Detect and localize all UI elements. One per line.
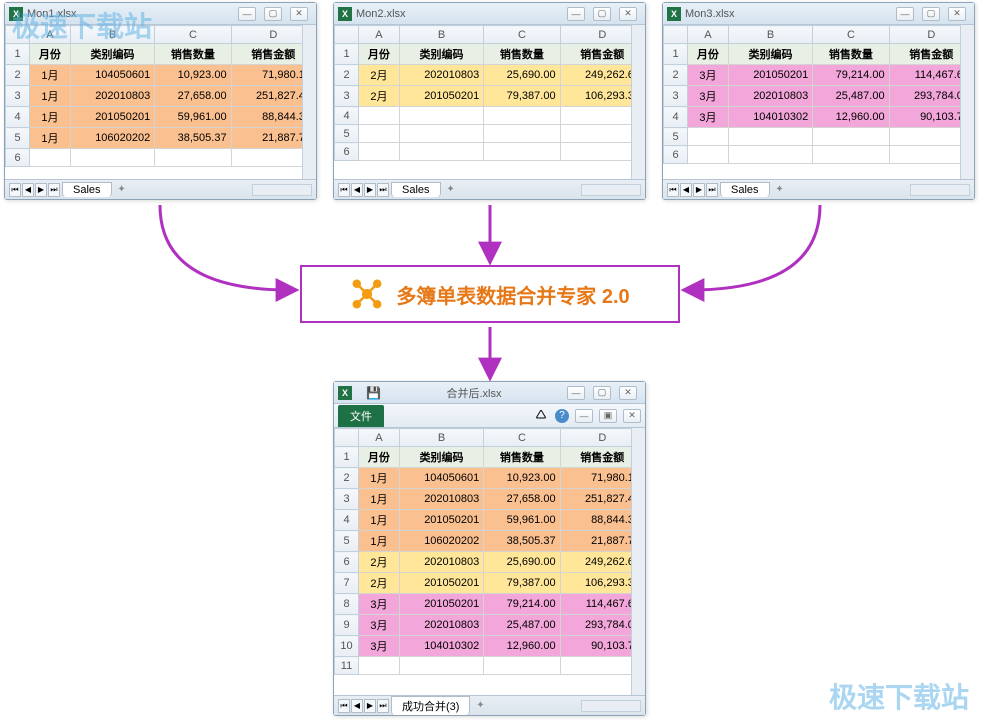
nav-first-icon[interactable]: ⏮ [338, 183, 350, 197]
vertical-scrollbar[interactable] [960, 25, 974, 179]
nav-last-icon[interactable]: ⏭ [377, 183, 389, 197]
excel-icon: X [338, 7, 352, 21]
table-row[interactable]: 93月20201080325,487.00293,784.08 [335, 615, 645, 636]
sheet-tab[interactable]: 成功合并(3) [391, 696, 470, 715]
nav-next-icon[interactable]: ▶ [35, 183, 47, 197]
horizontal-scrollbar[interactable] [252, 184, 312, 196]
merge-tool-title: 多簿单表数据合并专家 2.0 [396, 280, 629, 309]
nav-next-icon[interactable]: ▶ [364, 699, 376, 713]
add-sheet-icon[interactable]: ✦ [472, 699, 488, 713]
nav-first-icon[interactable]: ⏮ [667, 183, 679, 197]
titlebar[interactable]: X Mon1.xlsx ― ▢ ✕ [5, 3, 316, 25]
excel-window-merged: X 💾 合并后.xlsx ― ▢ ✕ 文件 🛆 ? ― ▣ ✕ ABCD1月份类… [333, 381, 646, 716]
ribbon: 文件 🛆 ? ― ▣ ✕ [334, 404, 645, 428]
table-row[interactable]: 23月20105020179,214.00114,467.69 [664, 65, 974, 86]
table-row[interactable]: 31月20201080327,658.00251,827.46 [6, 86, 316, 107]
close-button[interactable]: ✕ [948, 7, 966, 21]
excel-window-mon2: X Mon2.xlsx ― ▢ ✕ ABCD1月份类别编码销售数量销售金额22月… [333, 2, 646, 200]
minimize-button[interactable]: ― [238, 7, 256, 21]
maximize-button[interactable]: ▢ [264, 7, 282, 21]
vertical-scrollbar[interactable] [631, 428, 645, 695]
titlebar[interactable]: X Mon2.xlsx ― ▢ ✕ [334, 3, 645, 25]
inner-minimize-button[interactable]: ― [575, 409, 593, 423]
minimize-button[interactable]: ― [567, 7, 585, 21]
sheet-tab-strip: ⏮ ◀ ▶ ⏭ Sales ✦ [663, 179, 974, 199]
inner-close-button[interactable]: ✕ [623, 409, 641, 423]
nav-last-icon[interactable]: ⏭ [377, 699, 389, 713]
nav-prev-icon[interactable]: ◀ [351, 699, 363, 713]
inner-restore-button[interactable]: ▣ [599, 409, 617, 423]
titlebar[interactable]: X 💾 合并后.xlsx ― ▢ ✕ [334, 382, 645, 404]
table-row[interactable]: 33月20201080325,487.00293,784.08 [664, 86, 974, 107]
sheet-tab-strip: ⏮ ◀ ▶ ⏭ Sales ✦ [334, 179, 645, 199]
merge-tool-icon [350, 277, 384, 311]
minimize-button[interactable]: ― [567, 386, 585, 400]
close-button[interactable]: ✕ [290, 7, 308, 21]
window-title: 合并后.xlsx [385, 385, 563, 401]
add-sheet-icon[interactable]: ✦ [443, 183, 459, 197]
table-row[interactable]: 31月20201080327,658.00251,827.46 [335, 489, 645, 510]
spreadsheet-grid[interactable]: ABCD1月份类别编码销售数量销售金额21月10405060110,923.00… [334, 428, 645, 695]
ribbon-expand-icon[interactable]: 🛆 [533, 408, 549, 424]
nav-prev-icon[interactable]: ◀ [351, 183, 363, 197]
horizontal-scrollbar[interactable] [910, 184, 970, 196]
nav-last-icon[interactable]: ⏭ [48, 183, 60, 197]
excel-window-mon3: X Mon3.xlsx ― ▢ ✕ ABCD1月份类别编码销售数量销售金额23月… [662, 2, 975, 200]
add-sheet-icon[interactable]: ✦ [772, 183, 788, 197]
table-row[interactable]: 72月20105020179,387.00106,293.32 [335, 573, 645, 594]
table-row[interactable]: 21月10405060110,923.0071,980.10 [6, 65, 316, 86]
sheet-tab[interactable]: Sales [720, 182, 770, 197]
vertical-scrollbar[interactable] [631, 25, 645, 179]
table-row[interactable]: 51月10602020238,505.3721,887.79 [6, 128, 316, 149]
window-title: Mon3.xlsx [685, 8, 892, 20]
add-sheet-icon[interactable]: ✦ [114, 183, 130, 197]
spreadsheet-grid[interactable]: ABCD1月份类别编码销售数量销售金额23月20105020179,214.00… [663, 25, 974, 179]
spreadsheet-grid[interactable]: ABCD1月份类别编码销售数量销售金额22月20201080325,690.00… [334, 25, 645, 179]
table-row[interactable]: 43月10401030212,960.0090,103.75 [664, 107, 974, 128]
sheet-tab[interactable]: Sales [391, 182, 441, 197]
table-row[interactable]: 62月20201080325,690.00249,262.65 [335, 552, 645, 573]
file-tab[interactable]: 文件 [338, 405, 384, 427]
titlebar[interactable]: X Mon3.xlsx ― ▢ ✕ [663, 3, 974, 25]
spreadsheet-grid[interactable]: ABCD1月份类别编码销售数量销售金额21月10405060110,923.00… [5, 25, 316, 179]
nav-last-icon[interactable]: ⏭ [706, 183, 718, 197]
vertical-scrollbar[interactable] [302, 25, 316, 179]
excel-window-mon1: X Mon1.xlsx ― ▢ ✕ ABCD1月份类别编码销售数量销售金额21月… [4, 2, 317, 200]
table-row[interactable]: 32月20105020179,387.00106,293.32 [335, 86, 645, 107]
table-row[interactable]: 51月10602020238,505.3721,887.79 [335, 531, 645, 552]
nav-next-icon[interactable]: ▶ [364, 183, 376, 197]
minimize-button[interactable]: ― [896, 7, 914, 21]
excel-icon: X [9, 7, 23, 21]
nav-prev-icon[interactable]: ◀ [680, 183, 692, 197]
horizontal-scrollbar[interactable] [581, 184, 641, 196]
excel-icon: X [338, 386, 352, 400]
horizontal-scrollbar[interactable] [581, 700, 641, 712]
sheet-tab-strip: ⏮ ◀ ▶ ⏭ Sales ✦ [5, 179, 316, 199]
nav-prev-icon[interactable]: ◀ [22, 183, 34, 197]
table-row[interactable]: 103月10401030212,960.0090,103.75 [335, 636, 645, 657]
table-row[interactable]: 83月20105020179,214.00114,467.69 [335, 594, 645, 615]
table-row[interactable]: 22月20201080325,690.00249,262.65 [335, 65, 645, 86]
nav-next-icon[interactable]: ▶ [693, 183, 705, 197]
window-title: Mon1.xlsx [27, 8, 234, 20]
watermark-text: 极速下载站 [829, 676, 969, 716]
sheet-tab-strip: ⏮ ◀ ▶ ⏭ 成功合并(3) ✦ [334, 695, 645, 715]
close-button[interactable]: ✕ [619, 7, 637, 21]
close-button[interactable]: ✕ [619, 386, 637, 400]
table-row[interactable]: 41月20105020159,961.0088,844.37 [6, 107, 316, 128]
maximize-button[interactable]: ▢ [922, 7, 940, 21]
maximize-button[interactable]: ▢ [593, 7, 611, 21]
save-icon[interactable]: 💾 [366, 386, 381, 400]
table-row[interactable]: 41月20105020159,961.0088,844.37 [335, 510, 645, 531]
table-row[interactable]: 21月10405060110,923.0071,980.10 [335, 468, 645, 489]
nav-first-icon[interactable]: ⏮ [338, 699, 350, 713]
excel-icon: X [667, 7, 681, 21]
help-icon[interactable]: ? [555, 409, 569, 423]
window-title: Mon2.xlsx [356, 8, 563, 20]
nav-first-icon[interactable]: ⏮ [9, 183, 21, 197]
merge-tool-box: 多簿单表数据合并专家 2.0 [300, 265, 680, 323]
sheet-tab[interactable]: Sales [62, 182, 112, 197]
maximize-button[interactable]: ▢ [593, 386, 611, 400]
